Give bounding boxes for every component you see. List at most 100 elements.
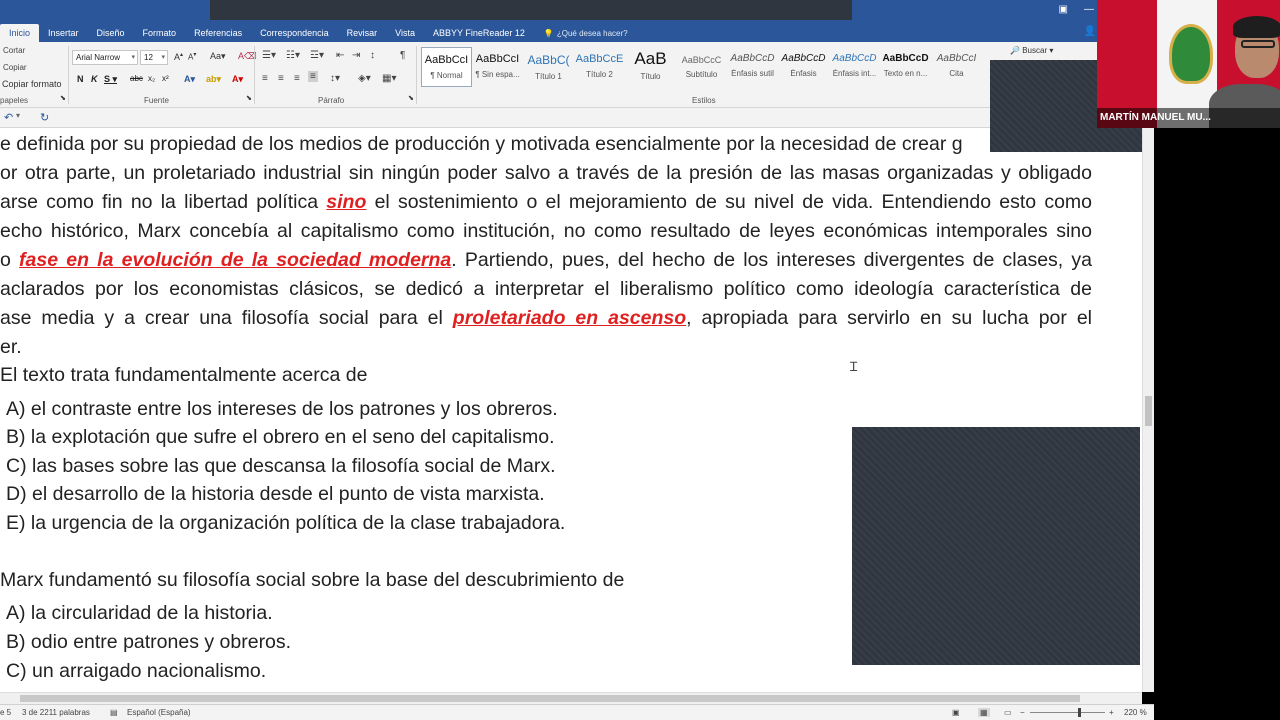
font-launcher-icon[interactable]: ⬊ [246,94,252,102]
font-color-icon[interactable]: A▾ [232,74,243,85]
line-spacing-icon[interactable]: ↕▾ [330,73,340,84]
ribbon-tab-bar: Inicio Insertar Diseño Formato Referenci… [0,0,1100,42]
tab-correspondencia[interactable]: Correspondencia [251,24,338,42]
horizontal-scrollbar[interactable] [0,692,1142,704]
font-size-combo[interactable]: 12 [140,50,168,65]
undo-icon[interactable]: ↶ [4,111,13,124]
style-sample: AaBbCcI [936,53,977,64]
style-emphasis[interactable]: AaBbCcD Énfasis [778,47,829,87]
document-page[interactable]: e definida por su propiedad de los medio… [0,128,1142,692]
tab-formato[interactable]: Formato [134,24,186,42]
style-sample: AaBbCcD [781,53,826,64]
redo-icon[interactable]: ↻ [40,111,49,124]
question-1: El texto trata fundamentalmente acerca d… [0,364,368,386]
style-subtitle[interactable]: AaBbCcC Subtítulo [676,47,727,87]
font-name-combo[interactable]: Arial Narrow [72,50,138,65]
tab-referencias[interactable]: Referencias [185,24,251,42]
scroll-thumb[interactable] [20,695,1080,702]
style-strong[interactable]: AaBbCcD Texto en n... [880,47,931,87]
align-center-icon[interactable]: ≡ [278,73,284,84]
print-layout-icon[interactable]: ▦ [978,708,990,717]
scroll-thumb[interactable] [1145,396,1152,426]
italic-button[interactable]: K [91,74,98,84]
style-intense-emphasis[interactable]: AaBbCcD Énfasis int... [829,47,880,87]
superscript-button[interactable]: x² [162,74,169,83]
style-name: Cita [949,69,964,78]
user-icon[interactable]: 👤 [1084,26,1096,37]
align-left-icon[interactable]: ≡ [262,73,268,84]
shading-icon[interactable]: ◈▾ [358,73,371,84]
language-indicator[interactable]: Español (España) [127,708,191,717]
tab-abbyy[interactable]: ABBYY FineReader 12 [424,24,534,42]
tab-vista[interactable]: Vista [386,24,424,42]
subscript-button[interactable]: x₂ [148,74,155,83]
zoom-slider[interactable] [1030,712,1105,713]
justify-icon[interactable]: ≡ [308,71,318,82]
decrease-indent-icon[interactable]: ⇤ [336,50,344,61]
show-formatting-icon[interactable]: ¶ [400,50,405,61]
doc-text: . Partiendo, pues, del hecho de los inte… [451,249,1092,271]
tab-insertar[interactable]: Insertar [39,24,88,42]
ribbon-display-icon[interactable]: ▣ [1059,4,1068,15]
zoom-in-icon[interactable]: + [1109,708,1114,717]
multilevel-list-icon[interactable]: ☲▾ [310,50,324,61]
read-mode-icon[interactable]: ▣ [952,708,960,717]
paragraph-launcher-icon[interactable]: ⬊ [408,94,414,102]
highlight-color-icon[interactable]: ab▾ [206,74,221,85]
word-count[interactable]: 3 de 2211 palabras [22,708,90,717]
bullets-icon[interactable]: ☰▾ [262,50,276,61]
style-quote[interactable]: AaBbCcI Cita [931,47,982,87]
copy-button[interactable]: Copiar [3,63,27,72]
ribbon-tabs: Inicio Insertar Diseño Formato Referenci… [0,24,628,42]
zoom-slider-handle[interactable] [1078,708,1081,717]
grow-font-icon[interactable]: A▴ [174,51,183,62]
align-right-icon[interactable]: ≡ [294,73,300,84]
text-effects-icon[interactable]: A▾ [184,74,195,85]
tell-me-box[interactable]: 💡 ¿Qué desea hacer? [534,29,628,38]
zoom-level[interactable]: 220 % [1124,708,1147,717]
search-label: Buscar [1022,46,1048,55]
doc-text: , apropiada para servirlo en su lucha po… [686,307,1092,329]
undo-dropdown-icon[interactable]: ▾ [16,111,20,120]
doc-line: e definida por su propiedad de los medio… [0,133,963,155]
search-button[interactable]: 🔎 Buscar ▾ [1010,46,1053,55]
group-divider [416,46,417,104]
style-heading-1[interactable]: AaBbC( Título 1 [523,47,574,87]
style-sample: AaBbCcC [681,55,722,65]
doc-line: echo histórico, Marx concebía al capital… [0,220,1092,242]
style-title[interactable]: AaB Título [625,47,676,87]
tab-inicio[interactable]: Inicio [0,24,40,42]
bold-button[interactable]: N [77,74,84,84]
style-sample: AaBbC( [527,53,570,67]
format-painter-button[interactable]: Copiar formato [2,79,62,89]
vertical-scrollbar[interactable] [1142,128,1154,692]
style-sample: AaBbCcD [730,53,775,64]
underline-button[interactable]: S ▾ [104,74,117,85]
proofing-icon[interactable]: ▤ [110,708,118,717]
style-heading-2[interactable]: AaBbCcE Título 2 [574,47,625,87]
paragraph-group-label: Párrafo [318,96,345,105]
q1-option-c: C) las bases sobre las que descansa la f… [6,455,556,477]
page-indicator[interactable]: e 5 [0,708,11,717]
style-normal[interactable]: AaBbCcI ¶ Normal [421,47,472,87]
change-case-icon[interactable]: Aa▾ [210,51,226,62]
style-no-spacing[interactable]: AaBbCcI ¶ Sin espa... [472,47,523,87]
cut-button[interactable]: Cortar [3,46,25,55]
style-sample: AaBbCcI [424,54,469,66]
borders-icon[interactable]: ▦▾ [382,73,396,84]
web-layout-icon[interactable]: ▭ [1004,708,1012,717]
numbering-icon[interactable]: ☷▾ [286,50,300,61]
doc-line: arse como fin no la libertad política si… [0,191,1092,214]
clipboard-launcher-icon[interactable]: ⬊ [60,94,66,102]
q1-option-b: B) la explotación que sufre el obrero en… [6,426,555,448]
minimize-icon[interactable]: — [1084,4,1094,15]
strikethrough-button[interactable]: abc [130,74,143,83]
zoom-out-icon[interactable]: − [1020,708,1025,717]
increase-indent-icon[interactable]: ⇥ [352,50,360,61]
sort-icon[interactable]: ↕ [370,50,375,61]
shrink-font-icon[interactable]: A▾ [188,51,196,62]
style-subtle-emphasis[interactable]: AaBbCcD Énfasis sutil [727,47,778,87]
tab-revisar[interactable]: Revisar [338,24,387,42]
style-sample: AaBbCcE [575,53,624,65]
tab-diseno[interactable]: Diseño [88,24,134,42]
